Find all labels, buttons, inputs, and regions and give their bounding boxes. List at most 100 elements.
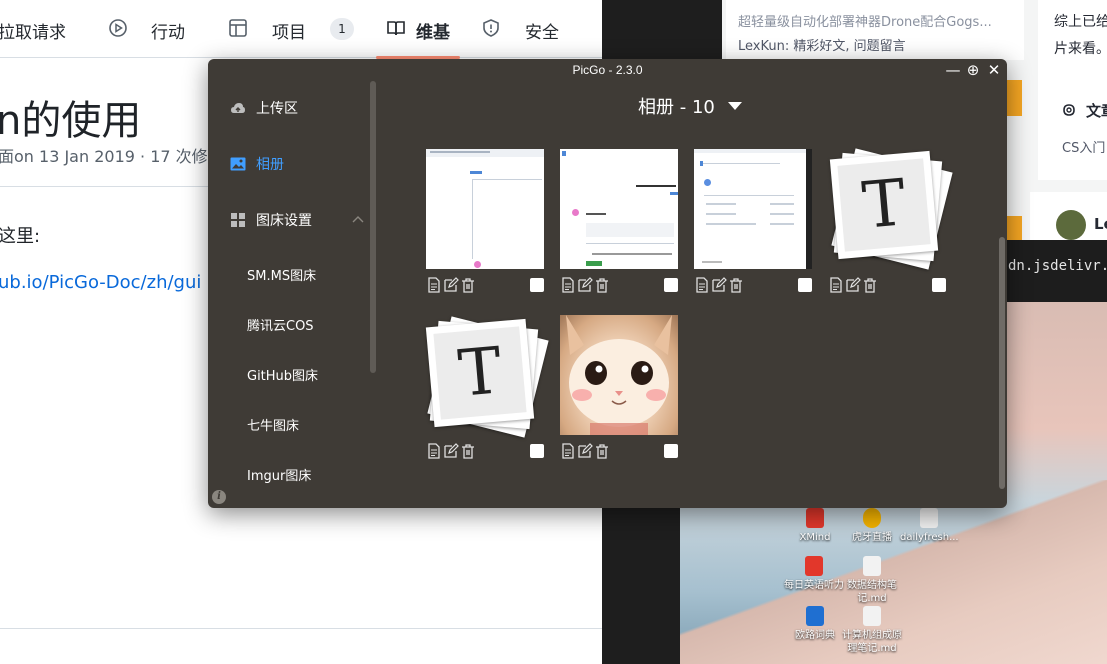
album-title[interactable]: 相册 - 10 xyxy=(638,93,715,119)
album-image[interactable] xyxy=(560,149,678,269)
edit-icon[interactable] xyxy=(443,443,459,459)
minimize-button[interactable]: — xyxy=(944,61,962,79)
grid-icon xyxy=(231,213,245,227)
album-image[interactable] xyxy=(694,149,812,269)
tab-security[interactable]: 安全 xyxy=(525,18,559,43)
image-checkbox[interactable] xyxy=(530,278,544,292)
caret-down-icon[interactable] xyxy=(728,102,742,110)
window-title: PicGo - 2.3.0 xyxy=(572,63,643,77)
desktop-icon-ds-notes[interactable]: 数据结构笔记.md xyxy=(846,556,898,605)
pin-button[interactable]: ⊕ xyxy=(964,61,982,79)
article-comment: LexKun: 精彩好文, 问题留言 xyxy=(738,39,906,54)
image-checkbox[interactable] xyxy=(932,278,946,292)
repo-nav: 拉取请求 行动 项目 1 维基 安全 xyxy=(0,0,602,58)
sidebar-item-label: 图床设置 xyxy=(256,213,312,229)
xmind-icon xyxy=(806,508,824,528)
sidebar-item-upload[interactable]: 上传区 xyxy=(230,96,298,120)
tab-wiki[interactable]: 维基 xyxy=(416,18,450,43)
huya-icon xyxy=(863,508,881,528)
cat-photo xyxy=(566,315,672,435)
delete-icon[interactable] xyxy=(460,277,476,293)
tab-projects[interactable]: 项目 xyxy=(272,18,306,43)
album-image[interactable] xyxy=(426,149,544,269)
desktop-icon-dailyfresh[interactable]: dailyfresh... xyxy=(900,508,959,544)
desktop-icon-huya[interactable]: 虎牙直播 xyxy=(848,508,896,544)
sidebar-item-smms[interactable]: SM.MS图床 xyxy=(247,265,316,284)
edit-icon[interactable] xyxy=(845,277,861,293)
image-actions xyxy=(426,277,476,293)
copy-link-icon[interactable] xyxy=(426,443,442,459)
copy-link-icon[interactable] xyxy=(694,277,710,293)
sidebar-item-github[interactable]: GitHub图床 xyxy=(247,365,318,384)
sidebar-item-album[interactable]: 相册 xyxy=(230,152,284,176)
copy-link-icon[interactable] xyxy=(426,277,442,293)
delete-icon[interactable] xyxy=(862,277,878,293)
delete-icon[interactable] xyxy=(460,443,476,459)
tab-pull-requests[interactable]: 拉取请求 xyxy=(0,18,66,43)
tab-actions[interactable]: 行动 xyxy=(151,18,185,43)
sidebar-item[interactable]: CS入门 xyxy=(1062,137,1105,156)
image-checkbox[interactable] xyxy=(530,444,544,458)
delete-icon[interactable] xyxy=(728,277,744,293)
image-actions xyxy=(694,277,744,293)
sidebar-item-imgur[interactable]: Imgur图床 xyxy=(247,465,311,484)
chevron-up-icon xyxy=(352,216,364,223)
sidebar-item-label: 相册 xyxy=(256,157,284,173)
image-checkbox[interactable] xyxy=(664,444,678,458)
main-scrollbar[interactable] xyxy=(999,237,1005,489)
sidebar-item-picbed-settings[interactable]: 图床设置 xyxy=(230,208,364,232)
picgo-window: PicGo - 2.3.0 — ⊕ ✕ 上传区 相册 图床设置 SM.MS图床 … xyxy=(208,59,1007,508)
table-icon xyxy=(229,19,247,37)
terminal-text: dn.jsdelivr. xyxy=(1008,258,1107,274)
sidebar-item-label: 上传区 xyxy=(256,101,298,117)
projects-count-badge: 1 xyxy=(330,18,354,40)
body-text: 这里: xyxy=(0,226,41,247)
desktop-icon-xmind[interactable]: XMind xyxy=(792,508,838,544)
copy-link-icon[interactable] xyxy=(560,277,576,293)
avatar[interactable] xyxy=(1056,210,1086,240)
image-actions xyxy=(560,443,610,459)
divider xyxy=(0,628,602,629)
dictionary-icon xyxy=(806,606,824,626)
album-image[interactable] xyxy=(560,315,678,435)
file-icon xyxy=(863,606,881,626)
article-title[interactable]: 超轻量级自动化部署神器Drone配合Gogs... xyxy=(738,11,992,30)
image-actions xyxy=(426,443,476,459)
desktop-icon-english[interactable]: 每日英语听力 xyxy=(784,556,844,592)
cloud-upload-icon xyxy=(231,103,245,113)
image-icon xyxy=(230,157,246,171)
app-icon xyxy=(805,556,823,576)
link-icon xyxy=(1063,104,1075,116)
user-name[interactable]: Le xyxy=(1094,215,1107,233)
sidebar-item-tencent-cos[interactable]: 腾讯云COS xyxy=(247,315,314,334)
image-actions xyxy=(560,277,610,293)
article-text: 片来看。 xyxy=(1054,41,1107,57)
delete-icon[interactable] xyxy=(594,277,610,293)
copy-link-icon[interactable] xyxy=(560,443,576,459)
doc-link[interactable]: ub.io/PicGo-Doc/zh/gui xyxy=(0,272,201,293)
copy-link-icon[interactable] xyxy=(828,277,844,293)
article-text: 综上已给 xyxy=(1054,14,1107,30)
desktop-icon-co-notes[interactable]: 计算机组成原理笔记.md xyxy=(842,606,902,655)
album-image[interactable]: T xyxy=(424,313,549,443)
edit-icon[interactable] xyxy=(443,277,459,293)
page-title: n的使用 xyxy=(0,98,142,144)
close-button[interactable]: ✕ xyxy=(985,61,1003,79)
image-checkbox[interactable] xyxy=(664,278,678,292)
info-icon[interactable]: i xyxy=(212,490,226,504)
shield-icon xyxy=(483,19,499,37)
page-meta: 面on 13 Jan 2019 · 17 次修 xyxy=(0,147,208,166)
edit-icon[interactable] xyxy=(711,277,727,293)
image-checkbox[interactable] xyxy=(798,278,812,292)
sidebar-item-qiniu[interactable]: 七牛图床 xyxy=(247,415,299,434)
sidebar-heading: 文章 xyxy=(1086,102,1107,120)
edit-icon[interactable] xyxy=(577,277,593,293)
desktop-icon-eudic[interactable]: 欧路词典 xyxy=(790,606,840,642)
album-image[interactable]: T xyxy=(828,145,953,275)
book-icon xyxy=(387,21,405,36)
sidebar-scrollbar[interactable] xyxy=(370,81,376,373)
image-actions xyxy=(828,277,878,293)
picgo-sidebar: 上传区 相册 图床设置 SM.MS图床 腾讯云COS GitHub图床 七牛图床… xyxy=(208,81,378,508)
edit-icon[interactable] xyxy=(577,443,593,459)
delete-icon[interactable] xyxy=(594,443,610,459)
